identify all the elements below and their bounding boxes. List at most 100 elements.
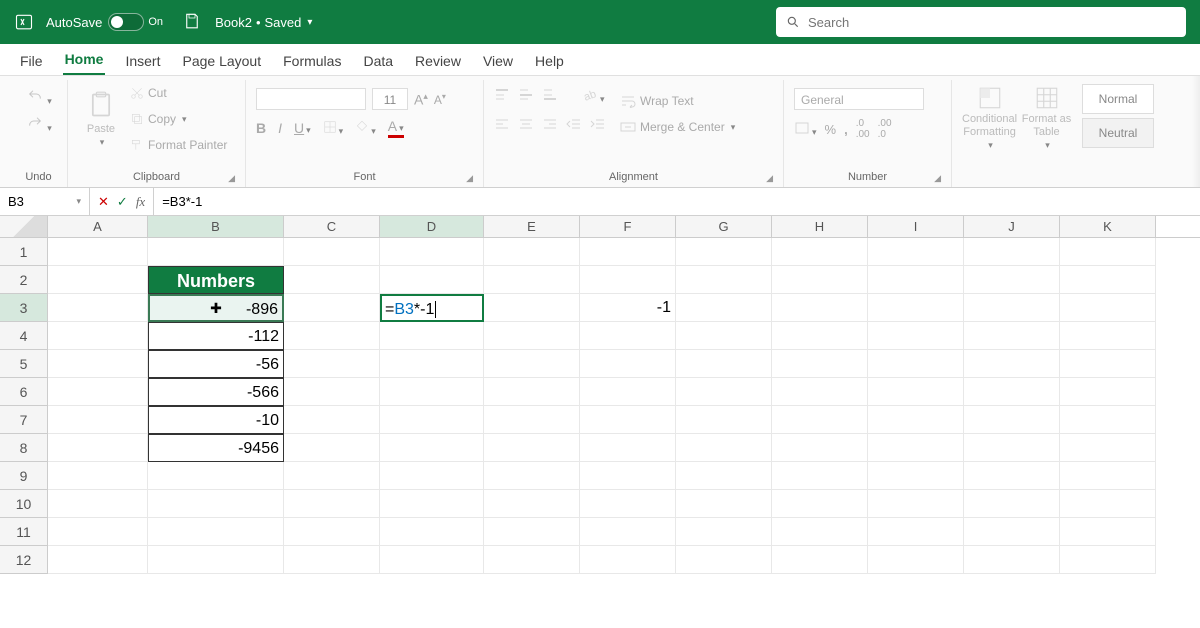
cell-H2[interactable] [772,266,868,294]
autosave-toggle[interactable]: AutoSave On [46,13,163,31]
alignment-launcher-icon[interactable]: ◢ [766,173,773,184]
cell-F7[interactable] [580,406,676,434]
cell-H4[interactable] [772,322,868,350]
column-header-I[interactable]: I [868,216,964,237]
cell-E9[interactable] [484,462,580,490]
cell-E11[interactable] [484,518,580,546]
row-header-7[interactable]: 7 [0,406,48,434]
fx-button[interactable]: fx [136,194,145,210]
shrink-font-button[interactable]: A▾ [434,92,446,107]
cell-A8[interactable] [48,434,148,462]
cell-I6[interactable] [868,378,964,406]
cell-D5[interactable] [380,350,484,378]
cut-button[interactable]: Cut [130,82,227,104]
cell-F11[interactable] [580,518,676,546]
tab-help[interactable]: Help [533,47,566,75]
cell-F1[interactable] [580,238,676,266]
cell-styles[interactable]: Normal Neutral [1082,80,1154,187]
clipboard-launcher-icon[interactable]: ◢ [228,173,235,184]
tab-page-layout[interactable]: Page Layout [180,47,263,75]
bold-button[interactable]: B [256,120,266,136]
cell-C3[interactable] [284,294,380,322]
cell-K10[interactable] [1060,490,1156,518]
cell-A10[interactable] [48,490,148,518]
cell-F2[interactable] [580,266,676,294]
cell-J12[interactable] [964,546,1060,574]
row-header-10[interactable]: 10 [0,490,48,518]
row-header-8[interactable]: 8 [0,434,48,462]
row-header-3[interactable]: 3 [0,294,48,322]
cell-A5[interactable] [48,350,148,378]
cell-K8[interactable] [1060,434,1156,462]
search-box[interactable] [776,7,1186,37]
cell-D1[interactable] [380,238,484,266]
style-normal[interactable]: Normal [1082,84,1154,114]
cell-C4[interactable] [284,322,380,350]
number-launcher-icon[interactable]: ◢ [934,173,941,184]
cell-B9[interactable] [148,462,284,490]
column-header-K[interactable]: K [1060,216,1156,237]
cell-J3[interactable] [964,294,1060,322]
cell-I9[interactable] [868,462,964,490]
cell-G6[interactable] [676,378,772,406]
redo-button[interactable]: ▾ [25,115,52,136]
align-middle-button[interactable] [518,88,534,107]
cell-J7[interactable] [964,406,1060,434]
borders-button[interactable]: ▾ [323,120,344,137]
cell-B5[interactable]: -56 [148,350,284,378]
cell-E7[interactable] [484,406,580,434]
cell-J5[interactable] [964,350,1060,378]
align-bottom-button[interactable] [542,88,558,107]
cell-B4[interactable]: -112 [148,322,284,350]
cell-B8[interactable]: -9456 [148,434,284,462]
cell-H7[interactable] [772,406,868,434]
cell-I4[interactable] [868,322,964,350]
cell-J2[interactable] [964,266,1060,294]
cell-I5[interactable] [868,350,964,378]
tab-formulas[interactable]: Formulas [281,47,343,75]
undo-button[interactable]: ▾ [25,88,52,109]
cell-G12[interactable] [676,546,772,574]
cell-E10[interactable] [484,490,580,518]
decrease-decimal-button[interactable]: .00.0 [878,118,892,140]
wrap-text-button[interactable]: Wrap Text [620,90,735,112]
tab-insert[interactable]: Insert [123,47,162,75]
cell-J10[interactable] [964,490,1060,518]
orientation-button[interactable]: ab▾ [582,88,605,107]
cell-E3[interactable] [484,294,580,322]
cell-A9[interactable] [48,462,148,490]
cell-K1[interactable] [1060,238,1156,266]
cell-H10[interactable] [772,490,868,518]
fill-color-button[interactable]: ▾ [355,120,376,137]
cell-C12[interactable] [284,546,380,574]
cell-J4[interactable] [964,322,1060,350]
name-box[interactable]: B3 ▾ [0,188,90,215]
percent-button[interactable]: % [825,122,837,137]
cell-A2[interactable] [48,266,148,294]
column-header-D[interactable]: D [380,216,484,237]
cell-H8[interactable] [772,434,868,462]
cell-H1[interactable] [772,238,868,266]
cell-F12[interactable] [580,546,676,574]
row-header-12[interactable]: 12 [0,546,48,574]
cell-F6[interactable] [580,378,676,406]
increase-decimal-button[interactable]: .0.00 [856,118,870,140]
decrease-indent-button[interactable] [566,117,582,136]
cell-C2[interactable] [284,266,380,294]
cell-D11[interactable] [380,518,484,546]
font-size-select[interactable]: 11 [372,88,408,110]
cell-B12[interactable] [148,546,284,574]
cell-G10[interactable] [676,490,772,518]
tab-data[interactable]: Data [361,47,395,75]
cell-I10[interactable] [868,490,964,518]
cell-F4[interactable] [580,322,676,350]
column-header-B[interactable]: B [148,216,284,237]
cell-C6[interactable] [284,378,380,406]
cell-J9[interactable] [964,462,1060,490]
enter-formula-button[interactable]: ✓ [117,194,128,210]
cell-B10[interactable] [148,490,284,518]
row-header-9[interactable]: 9 [0,462,48,490]
row-header-5[interactable]: 5 [0,350,48,378]
cell-D9[interactable] [380,462,484,490]
cell-A6[interactable] [48,378,148,406]
